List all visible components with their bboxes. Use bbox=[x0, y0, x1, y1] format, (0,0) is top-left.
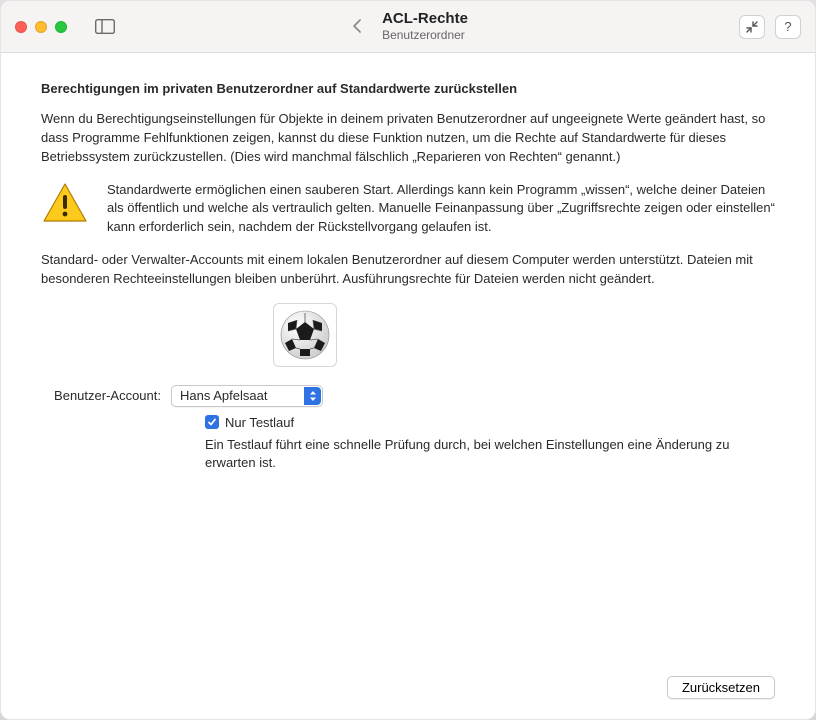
select-stepper-icon bbox=[304, 387, 321, 405]
account-row: Benutzer-Account: Hans Apfelsaat bbox=[41, 385, 775, 407]
titlebar: ACL-Rechte Benutzerordner ? bbox=[1, 1, 815, 53]
testrun-label: Nur Testlauf bbox=[225, 415, 294, 430]
account-select[interactable]: Hans Apfelsaat bbox=[171, 385, 323, 407]
window-controls bbox=[15, 21, 67, 33]
content-area: Berechtigungen im privaten Benutzerordne… bbox=[1, 53, 815, 719]
intro-paragraph: Wenn du Berechtigungseinstellungen für O… bbox=[41, 110, 775, 167]
minimize-window-button[interactable] bbox=[35, 21, 47, 33]
section-heading: Berechtigungen im privaten Benutzerordne… bbox=[41, 81, 775, 96]
title-stack: ACL-Rechte Benutzerordner bbox=[382, 10, 468, 42]
warning-icon bbox=[41, 181, 89, 225]
reset-button[interactable]: Zurücksetzen bbox=[667, 676, 775, 699]
footer: Zurücksetzen bbox=[41, 656, 775, 699]
support-paragraph: Standard- oder Verwalter-Accounts mit ei… bbox=[41, 251, 775, 289]
testrun-hint: Ein Testlauf führt eine schnelle Prüfung… bbox=[205, 436, 745, 472]
collapse-button[interactable] bbox=[739, 15, 765, 39]
close-window-button[interactable] bbox=[15, 21, 27, 33]
account-label: Benutzer-Account: bbox=[41, 388, 161, 403]
sidebar-toggle-button[interactable] bbox=[93, 18, 117, 36]
back-button[interactable] bbox=[348, 17, 366, 35]
zoom-window-button[interactable] bbox=[55, 21, 67, 33]
testrun-checkbox[interactable] bbox=[205, 415, 219, 429]
window: ACL-Rechte Benutzerordner ? Berechtigung… bbox=[0, 0, 816, 720]
window-title: ACL-Rechte bbox=[382, 10, 468, 28]
account-select-value: Hans Apfelsaat bbox=[180, 388, 267, 403]
warning-text: Standardwerte ermöglichen einen sauberen… bbox=[107, 181, 775, 238]
warning-row: Standardwerte ermöglichen einen sauberen… bbox=[41, 181, 775, 238]
soccer-ball-icon bbox=[279, 309, 331, 361]
user-avatar bbox=[273, 303, 337, 367]
window-subtitle: Benutzerordner bbox=[382, 28, 468, 42]
testrun-row: Nur Testlauf bbox=[205, 415, 775, 430]
help-button[interactable]: ? bbox=[775, 15, 801, 39]
